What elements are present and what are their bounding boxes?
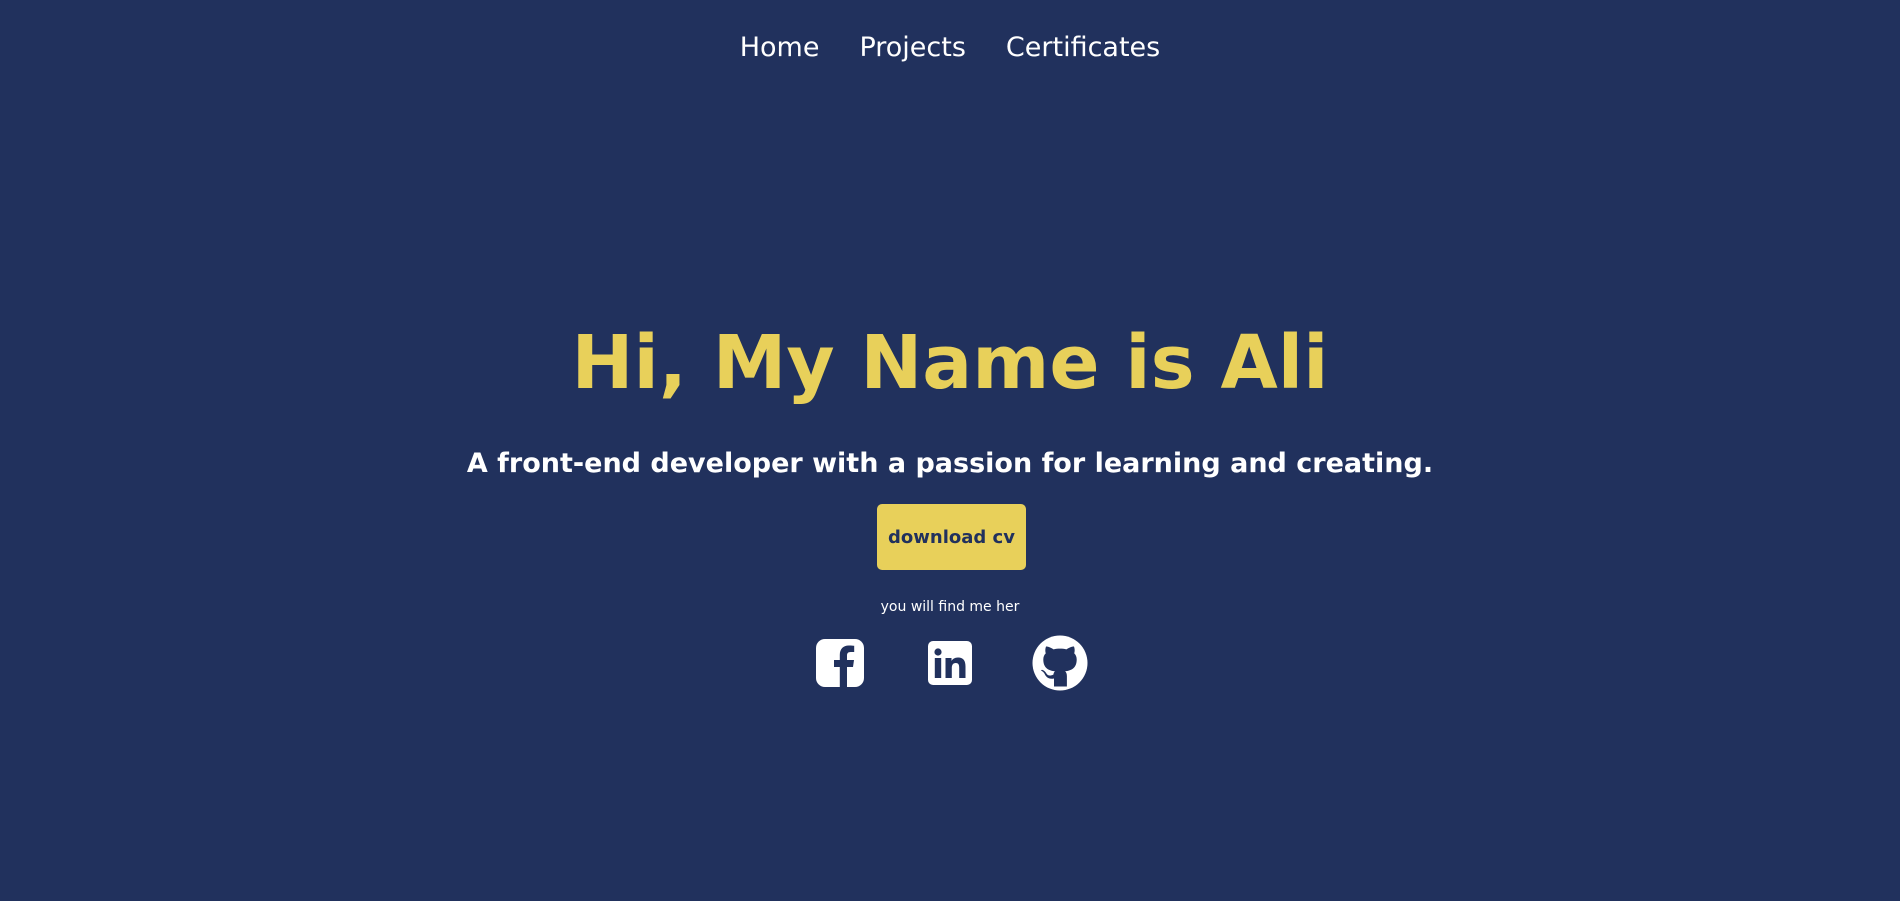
facebook-link[interactable] bbox=[811, 634, 869, 692]
hero-title: Hi, My Name is Ali bbox=[571, 320, 1329, 406]
github-icon bbox=[1032, 635, 1088, 691]
download-cv-button[interactable]: download cv bbox=[877, 504, 1026, 570]
top-navigation: Home Projects Certificates bbox=[0, 30, 1900, 66]
linkedin-link[interactable] bbox=[921, 634, 979, 692]
nav-projects-link[interactable]: Projects bbox=[859, 30, 965, 66]
nav-certificates-link[interactable]: Certificates bbox=[1006, 30, 1160, 66]
page: Home Projects Certificates Hi, My Name i… bbox=[0, 0, 1900, 901]
social-links bbox=[0, 634, 1900, 692]
facebook-icon bbox=[816, 639, 864, 687]
linkedin-icon bbox=[928, 641, 972, 685]
find-me-text: you will find me her bbox=[880, 599, 1020, 615]
github-link[interactable] bbox=[1031, 634, 1089, 692]
hero-subtitle: A front-end developer with a passion for… bbox=[466, 448, 1434, 479]
nav-home-link[interactable]: Home bbox=[740, 30, 820, 66]
